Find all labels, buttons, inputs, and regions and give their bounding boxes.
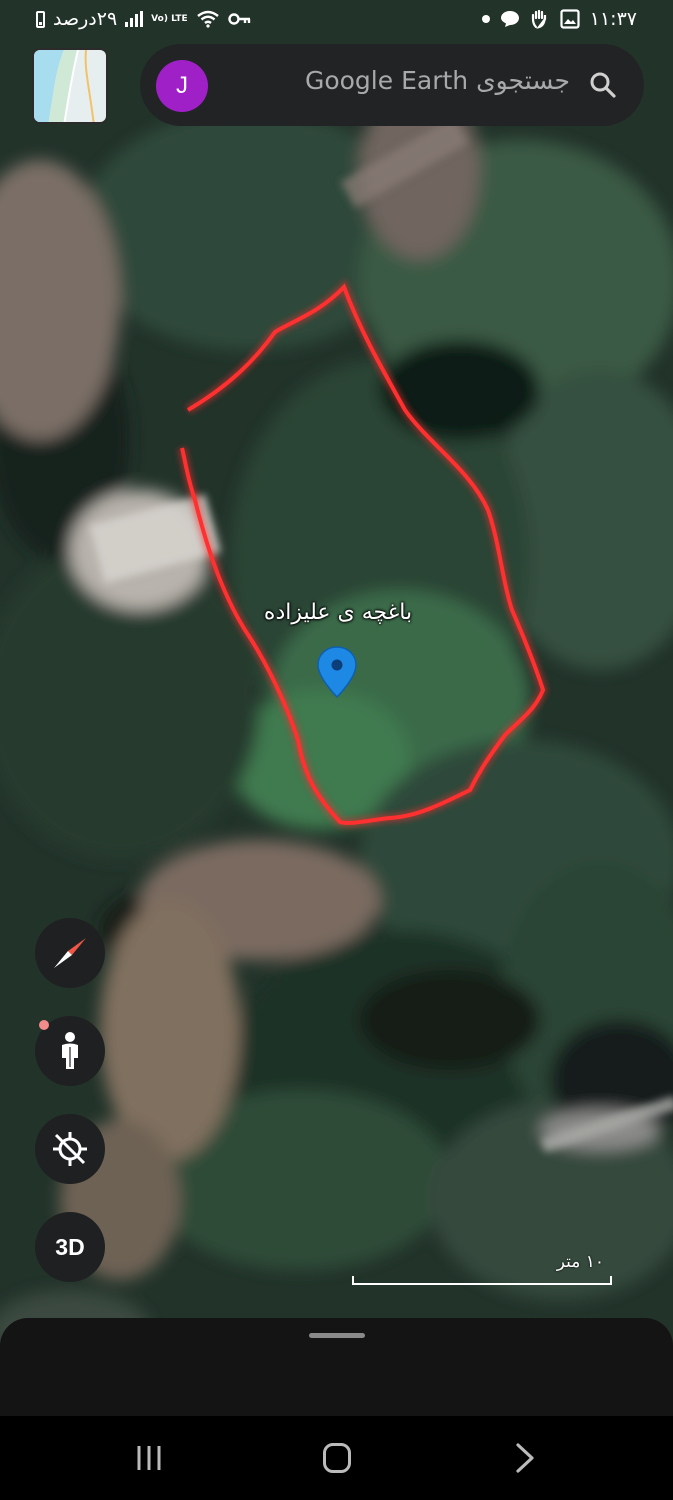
bottom-sheet[interactable]	[0, 1318, 673, 1418]
account-avatar[interactable]: J	[156, 60, 208, 112]
search-bar[interactable]: J جستجوی Google Earth	[140, 44, 644, 126]
home-icon[interactable]	[323, 1443, 351, 1473]
signal-icon	[125, 11, 144, 27]
my-location-button[interactable]	[35, 1114, 105, 1184]
street-view-button[interactable]	[35, 1016, 105, 1086]
compass-button[interactable]	[35, 918, 105, 988]
status-left: ۲۹درصد Vo) LTE	[36, 8, 252, 30]
place-label[interactable]: باغچه ی علیزاده	[180, 600, 496, 625]
3d-view-button[interactable]: 3D	[35, 1212, 105, 1282]
back-icon[interactable]	[510, 1442, 538, 1474]
location-off-icon	[53, 1132, 87, 1166]
wifi-icon	[196, 10, 219, 28]
map-layers-thumbnail[interactable]	[32, 48, 108, 124]
satellite-map[interactable]	[0, 0, 673, 1500]
notification-dot	[39, 1020, 49, 1030]
battery-icon	[36, 10, 45, 28]
clock: ۱۱:۳۷	[589, 8, 637, 30]
chat-icon	[500, 11, 519, 27]
recents-icon[interactable]	[134, 1444, 164, 1472]
scale-bar	[352, 1276, 612, 1285]
search-icon[interactable]	[588, 70, 618, 100]
location-pin-icon[interactable]	[316, 645, 358, 699]
compass-icon	[54, 938, 86, 968]
pegman-icon	[62, 1032, 78, 1069]
key-icon	[227, 13, 250, 25]
notification-dot-icon	[481, 15, 490, 23]
status-bar: ۲۹درصد Vo) LTE ۱۱:۳۷	[0, 0, 673, 44]
hand-icon	[531, 9, 546, 29]
volte-icon: Vo) LTE	[151, 13, 188, 24]
battery-text: ۲۹درصد	[53, 8, 118, 30]
gallery-icon	[560, 9, 580, 29]
search-input[interactable]: جستجوی Google Earth	[240, 66, 570, 95]
sheet-drag-handle[interactable]	[309, 1333, 365, 1338]
scale-label: ۱۰ متر	[556, 1252, 604, 1272]
status-right: ۱۱:۳۷	[481, 8, 637, 30]
navigation-bar	[0, 1416, 673, 1500]
